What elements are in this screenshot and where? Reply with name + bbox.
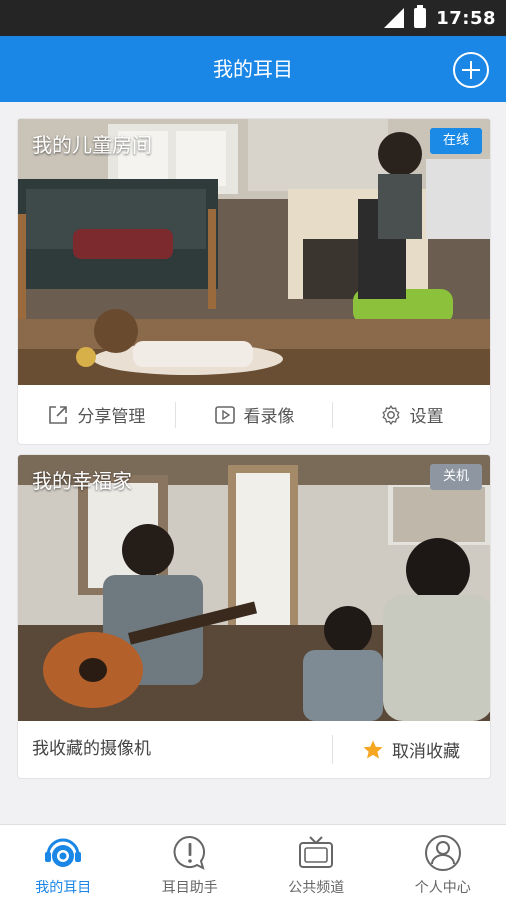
tab-public-channel[interactable]: 公共频道 bbox=[253, 825, 380, 901]
status-badge-online: 在线 bbox=[430, 128, 482, 154]
share-manage-button[interactable]: 分享管理 bbox=[18, 385, 175, 444]
tab-assistant[interactable]: 耳目助手 bbox=[127, 825, 254, 901]
share-manage-label: 分享管理 bbox=[77, 402, 145, 427]
camera-eye-icon bbox=[43, 833, 83, 873]
tab-label: 耳目助手 bbox=[162, 877, 218, 897]
tab-label: 公共频道 bbox=[288, 877, 344, 897]
signal-icon bbox=[384, 8, 404, 28]
tab-profile[interactable]: 个人中心 bbox=[380, 825, 506, 901]
children-room-photo bbox=[18, 119, 490, 385]
camera-preview-image[interactable]: 我的儿童房间 在线 bbox=[18, 119, 490, 385]
camera-card-happy-home[interactable]: 我的幸福家 关机 我收藏的摄像机 取消收藏 bbox=[17, 454, 491, 779]
tab-my-cameras[interactable]: 我的耳目 bbox=[0, 825, 127, 901]
camera-title: 我的幸福家 bbox=[32, 465, 132, 494]
add-camera-button[interactable] bbox=[453, 52, 489, 88]
camera-title: 我的儿童房间 bbox=[32, 129, 152, 158]
view-recording-label: 看录像 bbox=[244, 402, 295, 427]
camera-card-children-room[interactable]: 我的儿童房间 在线 分享管理 看录像 设置 bbox=[17, 118, 491, 445]
favorited-camera-label: 我收藏的摄像机 bbox=[32, 721, 151, 778]
person-icon bbox=[423, 833, 463, 873]
settings-label: 设置 bbox=[410, 402, 444, 427]
share-icon bbox=[47, 404, 69, 426]
alert-bubble-icon bbox=[170, 833, 210, 873]
tab-label: 个人中心 bbox=[415, 877, 471, 897]
page-title: 我的耳目 bbox=[0, 36, 506, 102]
tab-label: 我的耳目 bbox=[35, 877, 91, 897]
settings-button[interactable]: 设置 bbox=[333, 385, 490, 444]
unfavorite-button[interactable]: 取消收藏 bbox=[362, 721, 460, 778]
video-play-icon bbox=[214, 404, 236, 426]
tv-icon bbox=[296, 833, 336, 873]
view-recording-button[interactable]: 看录像 bbox=[176, 385, 333, 444]
divider bbox=[332, 735, 333, 764]
camera-preview-image[interactable]: 我的幸福家 关机 bbox=[18, 455, 490, 721]
favorite-actions: 我收藏的摄像机 取消收藏 bbox=[18, 721, 490, 778]
app-bar: 我的耳目 bbox=[0, 36, 506, 102]
camera-actions: 分享管理 看录像 设置 bbox=[18, 385, 490, 444]
battery-icon bbox=[414, 8, 426, 28]
status-badge-off: 关机 bbox=[430, 464, 482, 490]
happy-home-photo bbox=[18, 455, 490, 721]
bottom-tab-bar: 我的耳目 耳目助手 公共频道 个人中心 bbox=[0, 824, 506, 901]
status-bar: 17:58 bbox=[0, 0, 506, 36]
unfavorite-label: 取消收藏 bbox=[392, 737, 460, 762]
star-icon bbox=[362, 739, 384, 761]
status-time: 17:58 bbox=[436, 8, 496, 29]
gear-icon bbox=[380, 404, 402, 426]
